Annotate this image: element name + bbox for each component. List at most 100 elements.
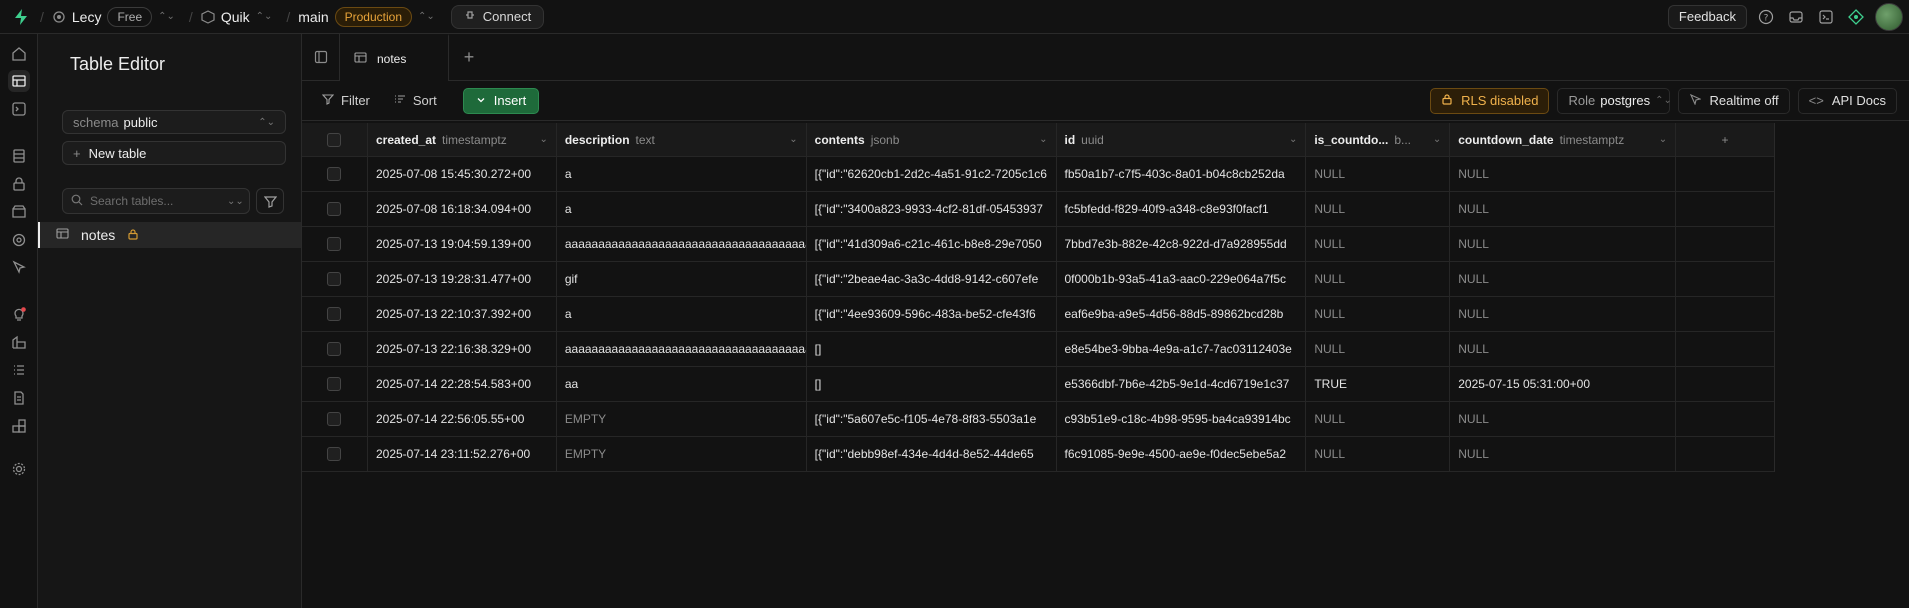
row-checkbox[interactable] <box>302 332 368 366</box>
table-row[interactable]: 2025-07-08 16:18:34.094+00 a [{"id":"3400a… <box>302 192 1774 227</box>
table-cell[interactable]: NULL <box>1306 227 1451 261</box>
add-tab-icon[interactable]: + <box>449 34 489 80</box>
table-cell[interactable]: NULL <box>1450 297 1677 331</box>
settings-gear-icon[interactable] <box>8 458 30 480</box>
table-cell[interactable]: [{"id":"debb98ef-434e-4d4d-8e52-44de65 <box>807 437 1057 471</box>
table-row[interactable]: 2025-07-08 15:45:30.272+00 a [{"id":"62620… <box>302 157 1774 192</box>
edge-functions-icon[interactable] <box>8 229 30 251</box>
sidebar-toggle-icon[interactable] <box>302 34 340 80</box>
table-cell[interactable]: 7bbd7e3b-882e-42c8-922d-d7a928955dd <box>1057 227 1307 261</box>
sidebar-item-notes[interactable]: notes <box>38 222 301 248</box>
table-cell[interactable]: NULL <box>1306 332 1451 366</box>
branch-selector[interactable]: main Production <box>298 6 412 27</box>
table-cell[interactable]: e8e54be3-9bba-4e9a-a1c7-7ac03112403e <box>1057 332 1307 366</box>
table-row[interactable]: 2025-07-13 19:28:31.477+00 gif [{"id":"2be… <box>302 262 1774 297</box>
row-checkbox[interactable] <box>302 367 368 401</box>
chevron-down-icon[interactable]: ⌄ <box>1285 134 1297 145</box>
table-cell[interactable]: NULL <box>1450 262 1677 296</box>
row-checkbox[interactable] <box>302 262 368 296</box>
table-cell[interactable]: NULL <box>1306 437 1451 471</box>
table-cell[interactable]: [{"id":"5a607e5c-f105-4e78-8f83-5503a1e <box>807 402 1057 436</box>
table-row[interactable]: 2025-07-13 22:10:37.392+00 a [{"id":"4ee93… <box>302 297 1774 332</box>
table-cell[interactable]: a <box>557 157 807 191</box>
table-cell[interactable]: 2025-07-08 15:45:30.272+00 <box>368 157 557 191</box>
table-cell[interactable]: [{"id":"41d309a6-c21c-461c-b8e8-29e7050 <box>807 227 1057 261</box>
logs-list-icon[interactable] <box>8 359 30 381</box>
table-cell[interactable]: NULL <box>1450 157 1677 191</box>
insert-button[interactable]: Insert <box>462 87 540 114</box>
table-cell[interactable]: 2025-07-13 19:28:31.477+00 <box>368 262 557 296</box>
table-cell[interactable]: aa <box>557 367 807 401</box>
auth-lock-icon[interactable] <box>8 173 30 195</box>
table-cell[interactable]: NULL <box>1306 157 1451 191</box>
table-cell[interactable]: NULL <box>1450 437 1677 471</box>
table-cell[interactable]: NULL <box>1450 332 1677 366</box>
table-cell[interactable]: NULL <box>1306 297 1451 331</box>
row-checkbox[interactable] <box>302 402 368 436</box>
table-cell[interactable]: 2025-07-14 22:56:05.55+00 <box>368 402 557 436</box>
database-icon[interactable] <box>8 145 30 167</box>
schema-selector[interactable]: schema public ⌃⌄ <box>62 110 286 134</box>
table-cell[interactable]: eaf6e9ba-a9e5-4d56-88d5-89862bcd28b <box>1057 297 1307 331</box>
table-cell[interactable]: [] <box>807 367 1057 401</box>
table-cell[interactable]: gif <box>557 262 807 296</box>
home-icon[interactable] <box>8 43 30 65</box>
table-cell[interactable]: 2025-07-13 19:04:59.139+00 <box>368 227 557 261</box>
row-checkbox[interactable] <box>302 227 368 261</box>
sort-button[interactable]: Sort <box>386 88 445 114</box>
terminal-icon[interactable] <box>1815 6 1837 28</box>
table-cell[interactable]: NULL <box>1450 402 1677 436</box>
row-checkbox[interactable] <box>302 437 368 471</box>
table-cell[interactable]: [{"id":"2beae4ac-3a3c-4dd8-9142-c607efe <box>807 262 1057 296</box>
table-cell[interactable]: c93b51e9-c18c-4b98-9595-ba4ca93914bc <box>1057 402 1307 436</box>
column-header[interactable]: created_at timestamptz ⌄ <box>368 123 557 156</box>
table-row[interactable]: 2025-07-14 23:11:52.276+00 EMPTY [{"id":"d… <box>302 437 1774 472</box>
rls-disabled-button[interactable]: RLS disabled <box>1430 87 1550 114</box>
table-cell[interactable]: 0f000b1b-93a5-41a3-aac0-229e064a7f5c <box>1057 262 1307 296</box>
table-cell[interactable]: NULL <box>1306 402 1451 436</box>
table-cell[interactable]: aaaaaaaaaaaaaaaaaaaaaaaaaaaaaaaaaaaaaaaa <box>557 332 807 366</box>
table-row[interactable]: 2025-07-14 22:56:05.55+00 EMPTY [{"id":"5a… <box>302 402 1774 437</box>
help-icon[interactable]: ? <box>1755 6 1777 28</box>
supabase-logo-icon[interactable] <box>10 6 32 28</box>
table-cell[interactable]: NULL <box>1450 227 1677 261</box>
collapse-chevron-icon[interactable]: ⌄⌄ <box>227 196 244 207</box>
storage-icon[interactable] <box>8 201 30 223</box>
table-cell[interactable]: [{"id":"3400a823-9933-4cf2-81df-05453937 <box>807 192 1057 226</box>
chevron-down-icon[interactable]: ⌄ <box>1429 134 1441 145</box>
chevron-down-icon[interactable]: ⌄ <box>785 134 797 145</box>
table-cell[interactable]: [{"id":"62620cb1-2d2c-4a51-91c2-7205c1c6 <box>807 157 1057 191</box>
role-selector[interactable]: Role postgres ⌃⌄ <box>1557 87 1672 114</box>
table-cell[interactable]: aaaaaaaaaaaaaaaaaaaaaaaaaaaaaaaaaaaaaaaa <box>557 227 807 261</box>
new-table-button[interactable]: + New table <box>62 141 286 165</box>
table-cell[interactable]: 2025-07-14 22:28:54.583+00 <box>368 367 557 401</box>
feedback-button[interactable]: Feedback <box>1667 4 1747 29</box>
table-cell[interactable]: f6c91085-9e9e-4500-ae9e-f0dec5ebe5a2 <box>1057 437 1307 471</box>
column-header[interactable]: contents jsonb ⌄ <box>807 123 1057 156</box>
realtime-button[interactable]: Realtime off <box>1678 87 1790 114</box>
realtime-icon[interactable] <box>8 256 30 278</box>
table-row[interactable]: 2025-07-13 22:16:38.329+00 aaaaaaaaaaaaaa… <box>302 332 1774 367</box>
row-checkbox[interactable] <box>302 297 368 331</box>
org-chevron-icon[interactable]: ⌃⌄ <box>158 11 175 22</box>
select-all-checkbox[interactable] <box>302 123 368 156</box>
org-selector[interactable]: Lecy Free <box>52 6 153 27</box>
column-header[interactable]: description text ⌄ <box>557 123 807 156</box>
tab-notes[interactable]: notes <box>340 34 449 81</box>
table-editor-icon[interactable] <box>8 70 30 92</box>
table-row[interactable]: 2025-07-13 19:04:59.139+00 aaaaaaaaaaaaaa… <box>302 227 1774 262</box>
assistant-icon[interactable] <box>1845 6 1867 28</box>
table-cell[interactable]: [] <box>807 332 1057 366</box>
table-cell[interactable]: NULL <box>1306 192 1451 226</box>
table-cell[interactable]: NULL <box>1306 262 1451 296</box>
column-header[interactable]: is_countdo... b... ⌄ <box>1306 123 1451 156</box>
integrations-icon[interactable] <box>8 415 30 437</box>
search-input[interactable] <box>90 194 220 208</box>
reports-icon[interactable] <box>8 331 30 353</box>
chevron-down-icon[interactable]: ⌄ <box>1035 134 1047 145</box>
branch-chevron-icon[interactable]: ⌃⌄ <box>418 11 435 22</box>
api-docs-icon[interactable] <box>8 387 30 409</box>
table-cell[interactable]: fb50a1b7-c7f5-403c-8a01-b04c8cb252da <box>1057 157 1307 191</box>
table-cell[interactable]: [{"id":"4ee93609-596c-483a-be52-cfe43f6 <box>807 297 1057 331</box>
table-cell[interactable]: NULL <box>1450 192 1677 226</box>
